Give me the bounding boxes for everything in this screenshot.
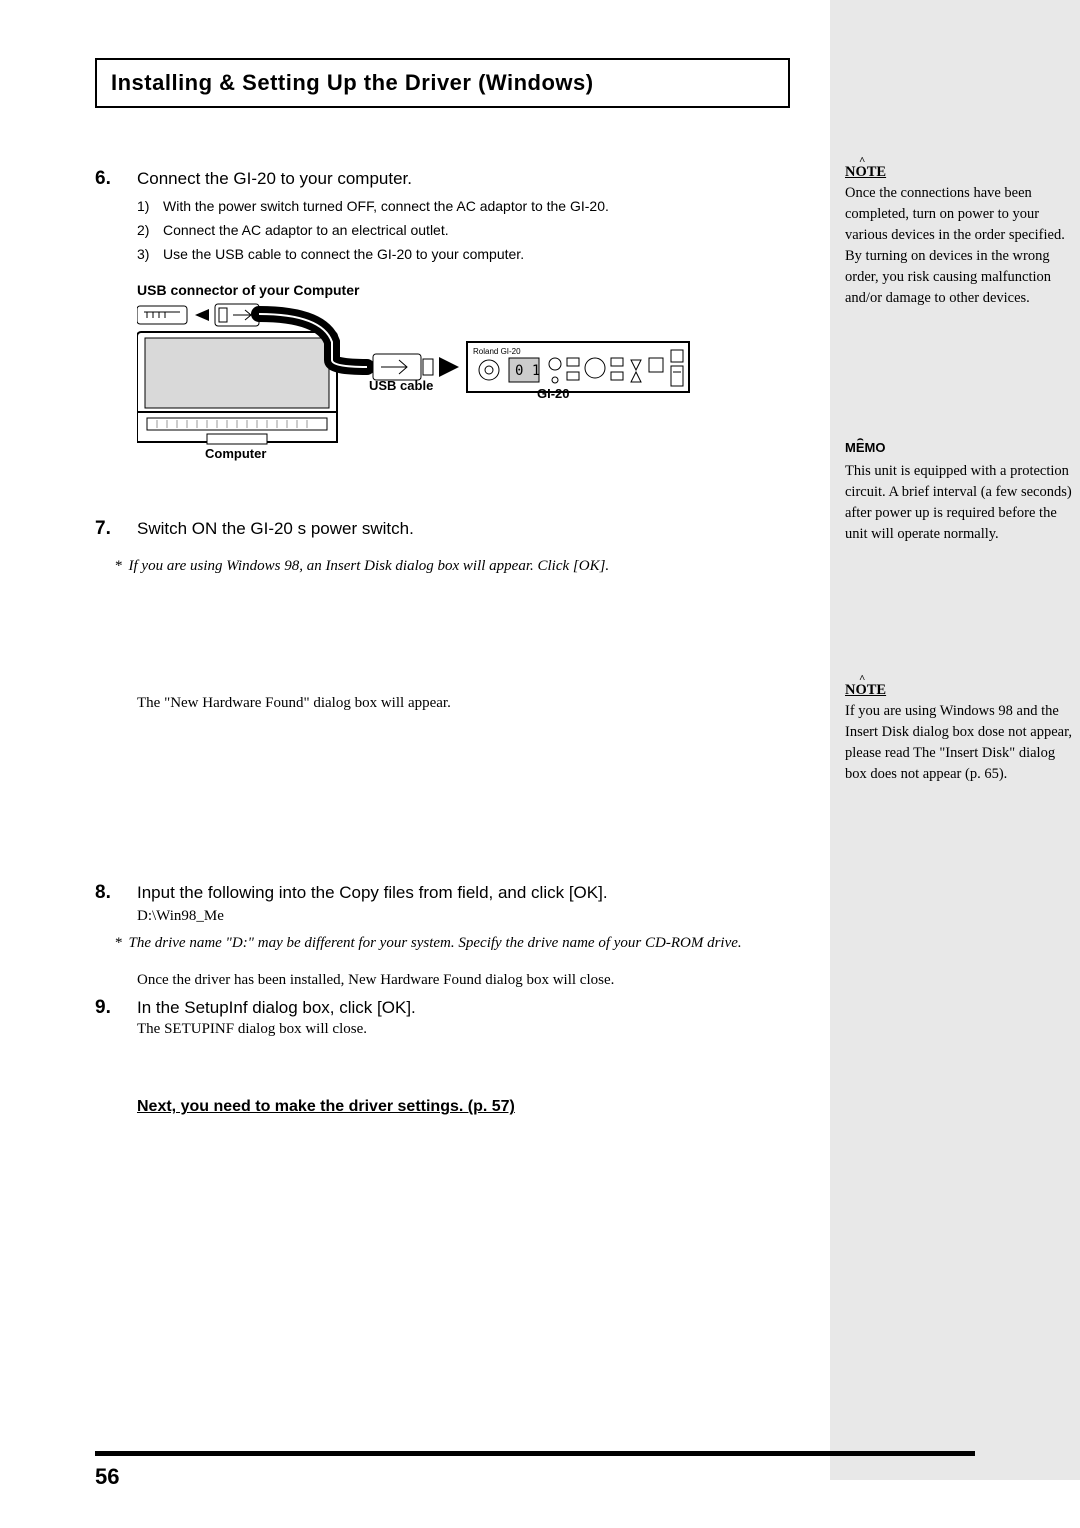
step-number: 9.: [95, 997, 137, 1019]
bottom-rule: [95, 1451, 975, 1456]
step-9: 9. In the SetupInf dialog box, click [OK…: [95, 997, 790, 1019]
note-icon: ^ NOTE: [845, 680, 886, 701]
star: *: [115, 558, 123, 574]
next-link: Next, you need to make the driver settin…: [137, 1098, 790, 1116]
substep-num: 1): [137, 195, 163, 219]
memo-text: This unit is equipped with a protection …: [845, 461, 1075, 545]
step-6: 6. Connect the GI-20 to your computer. 1…: [95, 168, 790, 266]
star: *: [115, 935, 123, 951]
note-text: Once the connections have been completed…: [845, 183, 1075, 309]
substep-num: 3): [137, 243, 163, 267]
substep-text: Use the USB cable to connect the GI-20 t…: [163, 243, 524, 267]
step-8: 8. Input the following into the Copy fil…: [95, 882, 790, 904]
step-lead: Switch ON the GI-20 s power switch.: [137, 519, 790, 539]
connection-diagram: USB connector of your Computer: [137, 282, 697, 462]
substep-text: Connect the AC adaptor to an electrical …: [163, 219, 449, 243]
note-icon: ^ NOTE: [845, 162, 886, 183]
step-7: 7. Switch ON the GI-20 s power switch.: [95, 518, 790, 540]
memo-block: ⌢ MEMO This unit is equipped with a prot…: [845, 438, 1075, 545]
step-number: 6.: [95, 168, 137, 190]
note-label-text: NOTE: [845, 682, 886, 698]
svg-text:0 1: 0 1: [515, 363, 540, 379]
gi20-label: GI-20: [537, 386, 570, 401]
note-label-text: NOTE: [845, 164, 886, 180]
section-title: Installing & Setting Up the Driver (Wind…: [111, 70, 594, 95]
step7-note: * If you are using Windows 98, an Insert …: [115, 558, 790, 575]
memo-label-text: MEMO: [845, 440, 885, 455]
note-text: If you are using Windows 98, an Insert D…: [129, 558, 610, 574]
step6-substeps: 1)With the power switch turned OFF, conn…: [137, 195, 790, 266]
diagram-title: USB connector of your Computer: [137, 282, 697, 298]
step-lead: Connect the GI-20 to your computer.: [137, 169, 790, 189]
device-brand-label: Roland GI-20: [473, 347, 521, 356]
computer-label: Computer: [205, 446, 266, 461]
note-2: ^ NOTE If you are using Windows 98 and t…: [845, 680, 1075, 785]
step8-close: Once the driver has been installed, New …: [137, 972, 790, 989]
substep-text: With the power switch turned OFF, connec…: [163, 195, 609, 219]
step-lead: Input the following into the Copy files …: [137, 883, 790, 903]
note-1: ^ NOTE Once the connections have been co…: [845, 162, 1075, 309]
step7-found: The "New Hardware Found" dialog box will…: [137, 695, 790, 712]
step8-path: D:\Win98_Me: [137, 908, 790, 925]
step9-close: The SETUPINF dialog box will close.: [137, 1021, 790, 1038]
page-content: Installing & Setting Up the Driver (Wind…: [95, 58, 975, 1116]
note-text: The drive name "D:" may be different for…: [129, 935, 742, 951]
memo-icon: ⌢ MEMO: [845, 439, 885, 458]
step-number: 7.: [95, 518, 137, 540]
substep-num: 2): [137, 219, 163, 243]
step-number: 8.: [95, 882, 137, 904]
section-title-box: Installing & Setting Up the Driver (Wind…: [95, 58, 790, 108]
usb-cable-label: USB cable: [369, 378, 433, 393]
step8-note: * The drive name "D:" may be different fo…: [115, 935, 790, 952]
step-lead: In the SetupInf dialog box, click [OK].: [137, 998, 790, 1018]
page-number: 56: [95, 1464, 119, 1490]
main-column: 6. Connect the GI-20 to your computer. 1…: [95, 108, 790, 1116]
note-text: If you are using Windows 98 and the Inse…: [845, 701, 1075, 785]
